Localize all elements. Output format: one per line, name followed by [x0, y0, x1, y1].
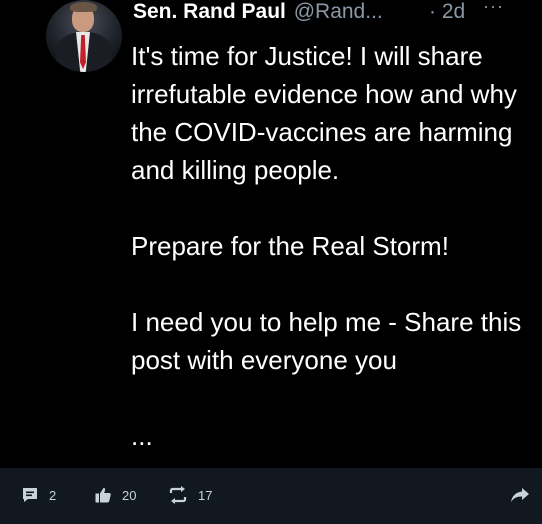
post-header: Sen. Rand Paul @Rand... · 2d ··· — [133, 0, 533, 26]
comment-icon — [21, 486, 39, 504]
comment-count: 2 — [49, 487, 57, 503]
thumbs-up-icon — [94, 486, 112, 504]
repost-button[interactable]: 17 — [168, 485, 212, 505]
post-paragraph-2: Prepare for the Real Storm! — [131, 231, 449, 261]
author-name[interactable]: Sen. Rand Paul — [133, 0, 286, 23]
like-button[interactable]: 20 — [94, 485, 136, 505]
share-button[interactable] — [510, 485, 530, 505]
repost-icon — [168, 486, 188, 504]
post-body: It's time for Justice! I will share irre… — [131, 37, 531, 455]
post-paragraph-3: I need you to help me - Share this post … — [131, 307, 522, 375]
share-arrow-icon — [510, 486, 530, 504]
more-options-icon[interactable]: ··· — [483, 0, 504, 18]
like-count: 20 — [122, 487, 137, 503]
avatar-hair — [70, 2, 97, 12]
repost-count: 17 — [198, 487, 213, 503]
post-truncation[interactable]: ... — [131, 417, 531, 455]
post-card[interactable]: Sen. Rand Paul @Rand... · 2d ··· It's ti… — [0, 0, 542, 468]
feed-page: Sen. Rand Paul @Rand... · 2d ··· It's ti… — [0, 0, 542, 524]
post-action-bar: 2 20 17 — [0, 468, 542, 524]
comment-button[interactable]: 2 — [21, 485, 56, 505]
author-handle[interactable]: @Rand... — [294, 0, 383, 23]
author-avatar[interactable] — [46, 0, 122, 72]
post-timestamp[interactable]: · 2d — [429, 0, 465, 24]
post-paragraph-1: It's time for Justice! I will share irre… — [131, 41, 517, 185]
